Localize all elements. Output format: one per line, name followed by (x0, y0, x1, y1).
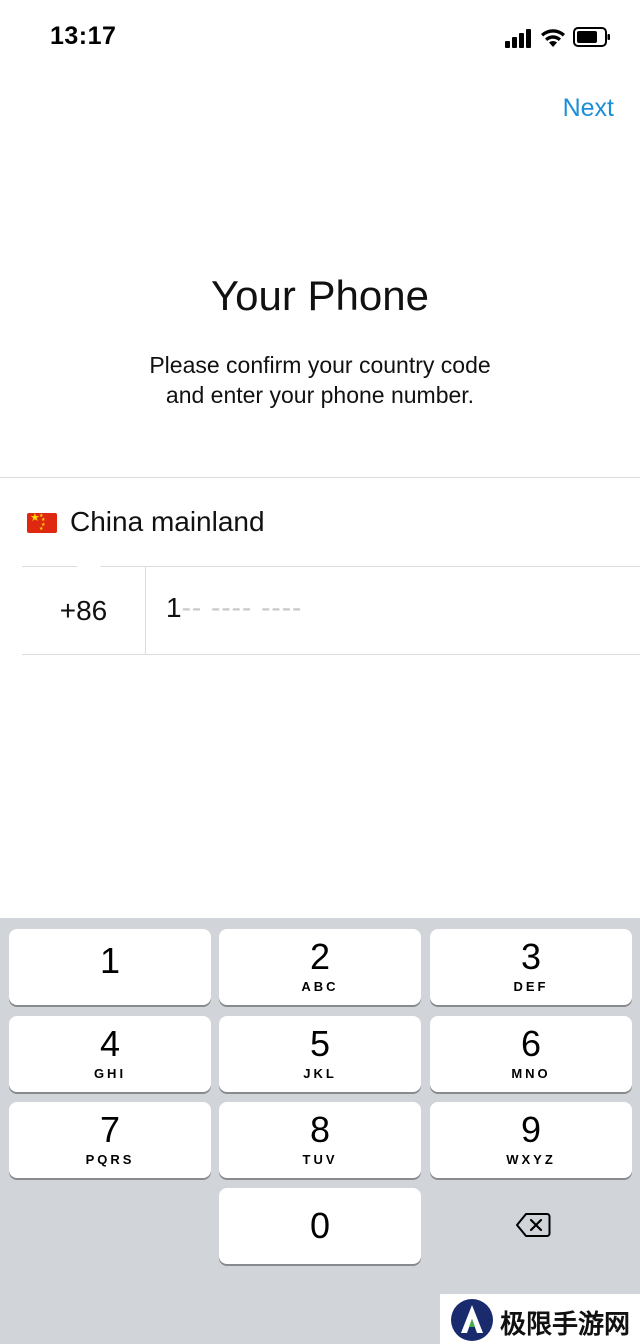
page-subtitle: Please confirm your country code and ent… (100, 350, 540, 410)
key-9[interactable]: 9 WXYZ (430, 1102, 632, 1178)
phone-number-placeholder: -- ---- ---- (181, 592, 303, 623)
key-0[interactable]: 0 (219, 1188, 421, 1264)
key-8[interactable]: 8 TUV (219, 1102, 421, 1178)
key-letters: PQRS (85, 1152, 135, 1167)
key-letters: DEF (513, 979, 549, 994)
china-flag-icon: ★ ★ ★ ★ ★ (27, 513, 57, 533)
key-digit: 8 (309, 1109, 331, 1150)
backspace-button[interactable] (430, 1188, 632, 1264)
subtitle-line-2: and enter your phone number. (165, 382, 475, 408)
bottom-divider (22, 654, 640, 655)
phone-number-input[interactable]: 1-- ---- ---- (166, 592, 302, 624)
key-digit: 0 (309, 1205, 331, 1246)
key-digit: 1 (99, 940, 121, 981)
key-letters: GHI (93, 1066, 127, 1081)
country-code-field[interactable]: +86 (22, 567, 145, 654)
key-5[interactable]: 5 JKL (219, 1016, 421, 1092)
status-time: 13:17 (50, 22, 117, 50)
next-button[interactable]: Next (563, 94, 614, 123)
signal-bars-icon (505, 28, 535, 48)
page-title: Your Phone (211, 272, 429, 319)
key-digit: 6 (520, 1023, 542, 1064)
status-bar: 13:17 (0, 0, 640, 80)
key-digit: 5 (309, 1023, 331, 1064)
key-letters: MNO (511, 1066, 551, 1081)
wifi-icon (541, 29, 565, 47)
key-letters: JKL (303, 1066, 337, 1081)
country-name: China mainland (70, 506, 265, 537)
key-digit: 7 (99, 1109, 121, 1150)
key-6[interactable]: 6 MNO (430, 1016, 632, 1092)
backspace-icon (516, 1213, 551, 1237)
phone-number-value: 1 (166, 592, 182, 623)
battery-icon (573, 27, 610, 47)
site-logo-icon (451, 1299, 493, 1341)
key-3[interactable]: 3 DEF (430, 929, 632, 1005)
key-digit: 4 (99, 1023, 121, 1064)
key-digit: 9 (520, 1109, 542, 1150)
site-watermark: 极限手游网 (440, 1294, 640, 1344)
key-7[interactable]: 7 PQRS (9, 1102, 211, 1178)
key-1[interactable]: 1 (9, 929, 211, 1005)
key-4[interactable]: 4 GHI (9, 1016, 211, 1092)
key-letters: TUV (302, 1152, 338, 1167)
watermark-text: 极限手游网 (500, 1310, 631, 1340)
key-2[interactable]: 2 ABC (219, 929, 421, 1005)
subtitle-line-1: Please confirm your country code (149, 352, 491, 378)
key-digit: 3 (520, 936, 542, 977)
key-letters: WXYZ (506, 1152, 556, 1167)
key-letters: ABC (301, 979, 339, 994)
code-divider (145, 567, 146, 654)
country-selector[interactable]: ★ ★ ★ ★ ★ China mainland (0, 478, 640, 566)
key-digit: 2 (309, 936, 331, 977)
